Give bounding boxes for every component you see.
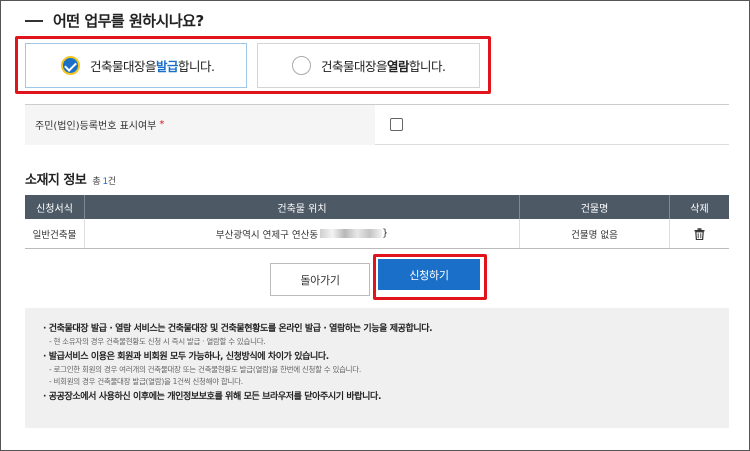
required-mark: * (159, 119, 165, 130)
col-address: 건축물 위치 (85, 195, 520, 219)
cell-form: 일반건축물 (25, 219, 85, 248)
location-title-text: 소재지 정보 (25, 173, 87, 188)
option-issue-highlight: 발급 (156, 59, 179, 74)
count-suffix: 건 (107, 177, 116, 187)
reg-number-label: 주민(법인)등록번호 표시여부 * (25, 104, 375, 145)
count-prefix: 총 (92, 177, 103, 187)
option-issue-pre: 건축물대장을 (90, 59, 157, 74)
apply-button[interactable]: 신청하기 (378, 259, 480, 290)
notice-line-1: · 건축물대장 발급 · 열람 서비스는 건축물대장 및 건축물현황도를 온라인… (43, 324, 433, 334)
cell-building: 건물명 없음 (520, 219, 670, 248)
option-view-post: 합니다. (409, 59, 446, 74)
cell-delete (670, 219, 729, 248)
location-count: 총 1건 (92, 177, 116, 187)
notice-box: · 건축물대장 발급 · 열람 서비스는 건축물대장 및 건축물현황도를 온라인… (25, 308, 729, 428)
option-view-pre: 건축물대장을 (321, 59, 388, 74)
unchecked-radio-icon (292, 56, 311, 75)
heading-dash (25, 19, 43, 22)
col-delete: 삭제 (690, 203, 709, 215)
table-header: 신청서식 건축물 위치 건물명 삭제 (25, 195, 729, 219)
location-table: 신청서식 건축물 위치 건물명 삭제 일반건축물 부산광역시 연제구 연산동 }… (25, 195, 729, 249)
col-form: 신청서식 (25, 195, 85, 219)
reg-number-checkbox[interactable] (390, 118, 403, 131)
notice-line-2: · 발급서비스 이용은 회원과 비회원 모두 가능하나, 신청방식에 차이가 있… (43, 352, 329, 362)
option-issue[interactable]: 건축물대장을 발급 합니다. (25, 43, 247, 88)
back-button[interactable]: 돌아가기 (270, 263, 370, 296)
location-section-title: 소재지 정보 총 1건 (25, 169, 116, 188)
option-view-highlight: 열람 (387, 59, 410, 74)
checked-radio-icon (61, 56, 80, 75)
address-text: 부산광역시 연제구 연산동 (215, 229, 319, 241)
notice-line-2-sub-2: - 비회원의 경우 건축물대장 발급(열람)을 1건씩 신청해야 합니다. (49, 377, 243, 386)
heading-text: 어떤 업무를 원하시나요? (53, 12, 204, 30)
reg-number-row: 주민(법인)등록번호 표시여부 * (25, 104, 729, 145)
col-building: 건물명 (520, 195, 670, 219)
option-view[interactable]: 건축물대장을 열람 합니다. (257, 43, 480, 88)
notice-line-3: · 공공장소에서 사용하신 이후에는 개인정보보호를 위해 모든 브라우저를 닫… (43, 392, 381, 402)
trash-icon[interactable] (694, 227, 705, 240)
cell-address: 부산광역시 연제구 연산동 } (85, 219, 520, 248)
option-issue-post: 합니다. (178, 59, 215, 74)
table-row: 일반건축물 부산광역시 연제구 연산동 } 건물명 없음 (25, 219, 729, 249)
notice-line-2-sub-1: - 로그인한 회원의 경우 여러개의 건축물대장 또는 건축물현황도 발급(열람… (49, 365, 361, 374)
notice-line-1-sub: - 현 소유자의 경우 건축물현황도 신청 시 즉시 발급 · 열람할 수 있습… (49, 337, 266, 346)
page-heading: 어떤 업무를 원하시나요? (25, 10, 204, 31)
address-tail: } (382, 228, 389, 239)
reg-number-label-text: 주민(법인)등록번호 표시여부 (35, 121, 157, 132)
redacted-address (320, 229, 383, 238)
